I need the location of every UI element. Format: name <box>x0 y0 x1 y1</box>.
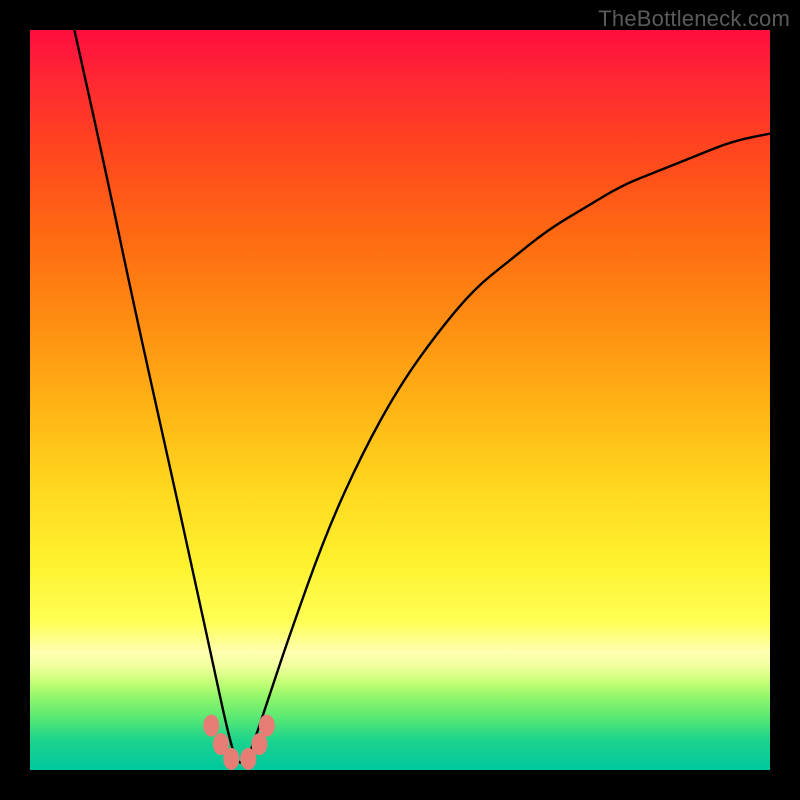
curve-svg <box>30 30 770 770</box>
valley-marker <box>203 715 219 737</box>
watermark-text: TheBottleneck.com <box>598 6 790 32</box>
plot-area <box>30 30 770 770</box>
chart-frame: TheBottleneck.com <box>0 0 800 800</box>
valley-marker <box>251 733 267 755</box>
bottleneck-curve <box>74 30 770 763</box>
valley-marker <box>259 715 275 737</box>
curve-markers <box>203 715 274 770</box>
valley-marker <box>223 748 239 770</box>
